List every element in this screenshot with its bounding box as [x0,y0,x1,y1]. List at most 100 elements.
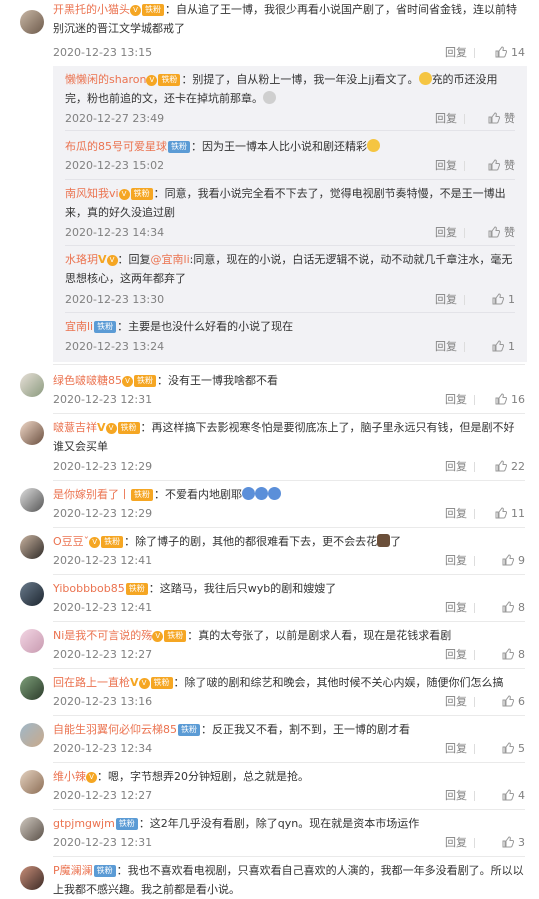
fan-badge: 铁粉 [158,74,181,86]
reply-button[interactable]: 回复 [445,553,467,569]
comment-time: 2020-12-23 12:29 [53,507,153,520]
like-count: 赞 [504,112,515,125]
replier-name[interactable]: 宜南li [65,320,93,333]
avatar[interactable] [20,535,44,559]
reply-button[interactable]: 回复 [435,158,457,174]
comment-text: ：除了博子的剧，其他的都很难看下去，更不会去花 [124,535,378,548]
like-button[interactable]: 1 [492,339,515,355]
thumbs-up-icon [502,601,514,613]
commenter-name[interactable]: P魔澜澜 [53,864,93,877]
reply-time: 2020-12-23 13:24 [65,340,165,353]
divider [474,603,475,613]
avatar[interactable] [20,488,44,512]
like-button[interactable]: 赞 [488,111,515,127]
avatar[interactable] [20,817,44,841]
reply-time: 2020-12-23 14:34 [65,226,165,239]
thumbs-up-icon [492,340,504,352]
reply-button[interactable]: 回复 [445,741,467,757]
like-button[interactable]: 14 [495,45,525,61]
like-button[interactable]: 5 [502,741,525,757]
like-button[interactable]: 9 [502,553,525,569]
commenter-name[interactable]: 维小辣 [53,770,86,783]
commenter-name[interactable]: 啵薏吉祥 [53,421,97,434]
reply-text: ：因为王一博本人比小说和剧还精彩 [191,140,367,153]
replier-name[interactable]: 南风知我vi [65,187,119,200]
replier-name[interactable]: 水珞玥 [65,253,98,266]
thumbs-up-icon [502,789,514,801]
commenter-name[interactable]: Ni是我不可言说的殇 [53,629,152,642]
like-count: 11 [511,507,525,520]
avatar[interactable] [20,582,44,606]
fan-badge: 铁粉 [134,375,156,387]
like-button[interactable]: 4 [502,788,525,804]
reply-button[interactable]: 回复 [445,459,467,475]
reply-button[interactable]: 回复 [435,292,457,308]
divider [474,509,475,519]
replier-name[interactable]: 懒懒闲的sharon [65,73,146,86]
avatar[interactable] [20,866,44,890]
reply-button[interactable]: 回复 [445,694,467,710]
cool-emoji-icon [367,139,380,152]
like-count: 6 [518,695,525,708]
like-button[interactable]: 1 [492,292,515,308]
like-button[interactable]: 6 [502,694,525,710]
like-count: 4 [518,789,525,802]
comment-text: ：我也不喜欢看电视剧，只喜欢看自己喜欢的人演的，我都一年多没看剧了。所以以上我都… [53,864,524,896]
like-button[interactable]: 8 [502,600,525,616]
divider [65,245,515,246]
fan-badge: 铁粉 [94,321,117,333]
reply-button[interactable]: 回复 [445,835,467,851]
avatar[interactable] [20,421,44,445]
like-button[interactable]: 22 [495,459,525,475]
divider [474,48,475,58]
commenter-name[interactable]: O豆豆ˇ [53,535,89,548]
divider [65,312,515,313]
fan-badge: 铁粉 [178,724,200,736]
reply-button[interactable]: 回复 [435,111,457,127]
reply-button[interactable]: 回复 [445,392,467,408]
comment-text: ：嗯，字节想弄20分钟短剧，总之就是抢。 [97,770,309,783]
commenter-name[interactable]: 绿色啵啵糖85 [53,374,122,387]
commenter-name[interactable]: Yibobbbob85 [53,582,125,595]
commenter-name[interactable]: 回在路上一直枪 [53,676,130,689]
divider [464,228,465,238]
avatar[interactable] [20,629,44,653]
comment-time: 2020-12-23 13:15 [53,46,153,59]
divider [65,179,515,180]
replier-name[interactable]: 布瓜的85号可爱星球 [65,140,167,153]
reply-button[interactable]: 回复 [435,339,457,355]
like-button[interactable]: 赞 [488,225,515,241]
comment-time: 2020-12-23 12:27 [53,648,153,661]
reply-button[interactable]: 回复 [445,600,467,616]
avatar[interactable] [20,770,44,794]
comment-text: ：这2年几乎没有看剧，除了qyn。现在就是资本市场运作 [138,817,420,830]
commenter-name[interactable]: gtpjmgwjm [53,817,115,830]
avatar[interactable] [20,10,44,34]
like-button[interactable]: 3 [502,835,525,851]
like-button[interactable]: 8 [502,647,525,663]
commenter-name[interactable]: 是你嫁别看了丨 [53,488,130,501]
avatar[interactable] [20,373,44,397]
like-count: 9 [518,554,525,567]
fan-badge: 铁粉 [93,865,116,877]
like-button[interactable]: 16 [495,392,525,408]
reply-button[interactable]: 回复 [445,45,467,61]
divider [474,744,475,754]
commenter-name[interactable]: 开黑托的小猫头 [53,3,130,16]
reply-button[interactable]: 回复 [445,788,467,804]
like-button[interactable]: 赞 [488,158,515,174]
avatar[interactable] [20,723,44,747]
avatar[interactable] [20,676,44,700]
fan-badge: 铁粉 [125,583,148,595]
reply-button[interactable]: 回复 [435,225,457,241]
divider [474,791,475,801]
divider [464,114,465,124]
reply-button[interactable]: 回复 [445,647,467,663]
divider [53,621,525,622]
reply-button[interactable]: 回复 [445,506,467,522]
commenter-name[interactable]: 自能生羽翼何必仰云梯85 [53,723,177,736]
mention-link[interactable]: @宜南li [151,253,190,266]
like-button[interactable]: 11 [495,506,525,522]
like-count: 5 [518,742,525,755]
thumbs-up-icon [502,695,514,707]
